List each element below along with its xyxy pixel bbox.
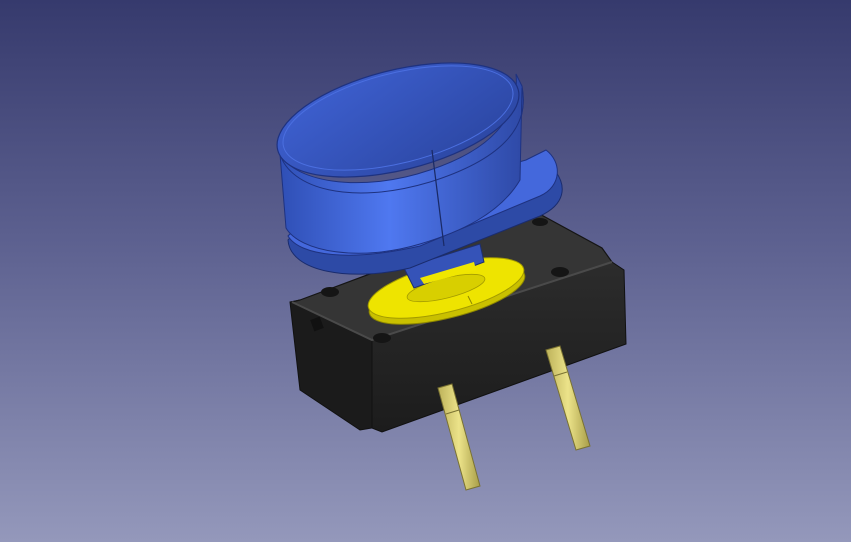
tactile-switch-model[interactable]	[0, 0, 851, 542]
corner-hole-icon	[551, 267, 569, 277]
corner-hole-icon	[321, 287, 339, 297]
3d-viewport[interactable]	[0, 0, 851, 542]
corner-hole-icon	[373, 333, 391, 343]
corner-hole-icon	[532, 218, 548, 226]
